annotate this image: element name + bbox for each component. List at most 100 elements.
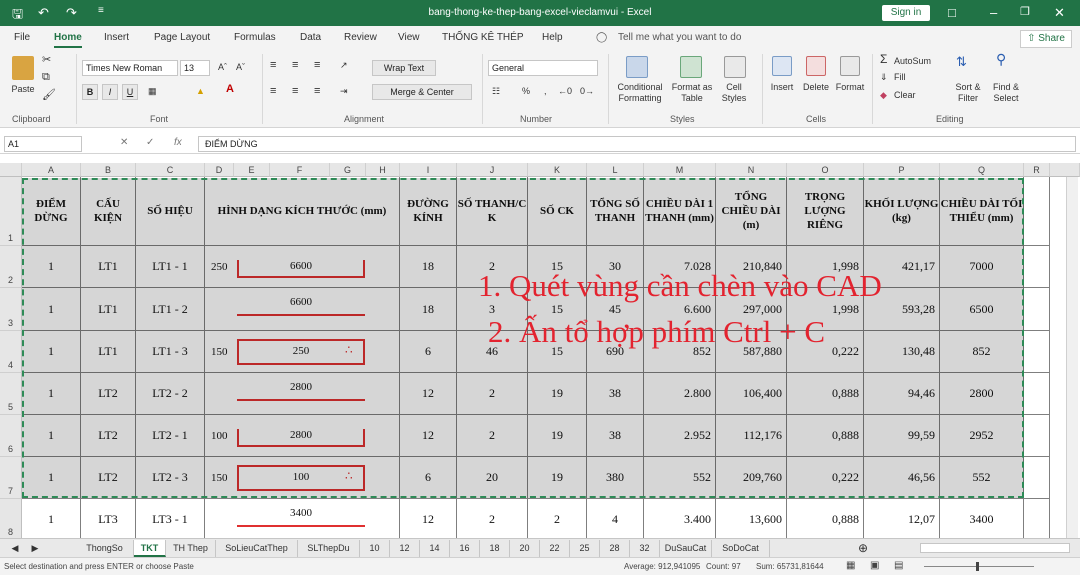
- italic-button[interactable]: I: [102, 84, 118, 100]
- header-chieu-dai-1[interactable]: CHIỀU DÀI 1 THANH (mm): [644, 177, 716, 246]
- align-center-icon[interactable]: ≡: [292, 86, 298, 97]
- cell-chieu-dai-min[interactable]: 852: [940, 331, 1024, 373]
- cell-tong-so-thanh[interactable]: 38: [587, 373, 644, 415]
- sheet-tab[interactable]: 28: [600, 540, 630, 557]
- format-button[interactable]: Format: [832, 82, 868, 93]
- tab-review[interactable]: Review: [344, 32, 377, 43]
- cell-diem-dung[interactable]: 1: [22, 288, 81, 331]
- clear-button[interactable]: Clear: [894, 90, 916, 101]
- cell-so-hieu[interactable]: LT1 - 1: [136, 246, 205, 288]
- cell-hinh-dang[interactable]: 250 6600: [205, 246, 400, 288]
- tab-data[interactable]: Data: [300, 32, 321, 43]
- zoom-slider[interactable]: [924, 566, 1034, 567]
- cell-so-ck[interactable]: 19: [528, 457, 587, 499]
- cell-duong-kinh[interactable]: 12: [400, 499, 457, 540]
- header-chieu-dai-min[interactable]: CHIỀU DÀI TỐI THIỂU (mm): [940, 177, 1024, 246]
- paste-button[interactable]: Paste: [8, 84, 38, 95]
- font-size-select[interactable]: 13: [180, 60, 210, 76]
- cell-cau-kien[interactable]: LT1: [81, 331, 136, 373]
- header-duong-kinh[interactable]: ĐƯỜNG KÍNH: [400, 177, 457, 246]
- column-header[interactable]: H: [366, 163, 400, 177]
- borders-icon[interactable]: ▦: [148, 86, 157, 97]
- orientation-icon[interactable]: ↗: [340, 60, 348, 71]
- cell-duong-kinh[interactable]: 12: [400, 373, 457, 415]
- column-header[interactable]: N: [716, 163, 787, 177]
- tab-view[interactable]: View: [398, 32, 420, 43]
- decrease-font-icon[interactable]: Aˇ: [236, 62, 245, 73]
- maximize-icon[interactable]: ❐: [1020, 5, 1030, 18]
- cell-khoi-luong[interactable]: 12,07: [864, 499, 940, 540]
- add-sheet-icon[interactable]: ⊕: [856, 540, 870, 557]
- fill-color-icon[interactable]: ▲: [196, 86, 205, 97]
- cell-tong-chieu-dai[interactable]: 209,760: [716, 457, 787, 499]
- empty-cell[interactable]: [1024, 373, 1050, 415]
- cell-tong-chieu-dai[interactable]: 112,176: [716, 415, 787, 457]
- align-top-icon[interactable]: ≡: [270, 60, 276, 71]
- cell-khoi-luong[interactable]: 130,48: [864, 331, 940, 373]
- cell-styles-icon[interactable]: [724, 56, 746, 78]
- sheet-tab[interactable]: SLThepDu: [298, 540, 360, 557]
- horizontal-scrollbar[interactable]: [920, 543, 1070, 553]
- insert-button[interactable]: Insert: [766, 82, 798, 93]
- bold-button[interactable]: B: [82, 84, 98, 100]
- cell-hinh-dang[interactable]: 6600: [205, 288, 400, 331]
- column-header[interactable]: R: [1024, 163, 1050, 177]
- format-table-icon[interactable]: [680, 56, 702, 78]
- cell-tong-so-thanh[interactable]: 38: [587, 415, 644, 457]
- fill-button[interactable]: Fill: [894, 72, 906, 83]
- cell-khoi-luong[interactable]: 46,56: [864, 457, 940, 499]
- function-icon[interactable]: fx: [174, 137, 182, 148]
- cell-so-hieu[interactable]: LT1 - 2: [136, 288, 205, 331]
- cell-diem-dung[interactable]: 1: [22, 331, 81, 373]
- cell-chieu-dai-1[interactable]: 2.952: [644, 415, 716, 457]
- cell-so-hieu[interactable]: LT1 - 3: [136, 331, 205, 373]
- column-header[interactable]: B: [81, 163, 136, 177]
- empty-cell[interactable]: [1024, 415, 1050, 457]
- conditional-formatting-button[interactable]: Conditional Formatting: [612, 82, 668, 104]
- cell-so-hieu[interactable]: LT2 - 1: [136, 415, 205, 457]
- cell-so-hieu[interactable]: LT2 - 2: [136, 373, 205, 415]
- cell-hinh-dang[interactable]: 100 2800: [205, 415, 400, 457]
- copy-icon[interactable]: ⧉: [42, 72, 50, 83]
- sheet-tab[interactable]: 16: [450, 540, 480, 557]
- select-all-corner[interactable]: [0, 163, 22, 177]
- cell-trong-luong[interactable]: 0,888: [787, 373, 864, 415]
- align-left-icon[interactable]: ≡: [270, 86, 276, 97]
- cancel-icon[interactable]: ✕: [120, 137, 128, 148]
- sheet-tab[interactable]: SoLieuCatThep: [216, 540, 298, 557]
- delete-button[interactable]: Delete: [800, 82, 832, 93]
- insert-cells-icon[interactable]: [772, 56, 792, 76]
- cell-diem-dung[interactable]: 1: [22, 415, 81, 457]
- cell-cau-kien[interactable]: LT1: [81, 246, 136, 288]
- column-header[interactable]: P: [864, 163, 940, 177]
- comma-icon[interactable]: ,: [544, 86, 547, 97]
- row-header[interactable]: 6: [0, 415, 22, 457]
- column-header[interactable]: K: [528, 163, 587, 177]
- format-cells-icon[interactable]: [840, 56, 860, 76]
- cell-chieu-dai-min[interactable]: 552: [940, 457, 1024, 499]
- empty-cell[interactable]: [1024, 246, 1050, 288]
- tab-help[interactable]: Help: [542, 32, 563, 43]
- cell-duong-kinh[interactable]: 18: [400, 288, 457, 331]
- header-trong-luong[interactable]: TRỌNG LƯỢNG RIÊNG: [787, 177, 864, 246]
- cell-chieu-dai-min[interactable]: 6500: [940, 288, 1024, 331]
- empty-cell[interactable]: [1024, 177, 1050, 246]
- sheet-tab[interactable]: 12: [390, 540, 420, 557]
- cell-cau-kien[interactable]: LT2: [81, 457, 136, 499]
- empty-cell[interactable]: [1024, 331, 1050, 373]
- paste-icon[interactable]: [12, 56, 34, 80]
- cell-duong-kinh[interactable]: 12: [400, 415, 457, 457]
- find-icon[interactable]: ⚲: [996, 52, 1006, 66]
- delete-cells-icon[interactable]: [806, 56, 826, 76]
- sheet-tab[interactable]: ThongSo: [76, 540, 134, 557]
- tell-me-box[interactable]: Tell me what you want to do: [618, 32, 741, 43]
- cell-cau-kien[interactable]: LT1: [81, 288, 136, 331]
- font-name-select[interactable]: Times New Roman: [82, 60, 178, 76]
- cell-trong-luong[interactable]: 0,888: [787, 415, 864, 457]
- sign-in-button[interactable]: Sign in: [882, 5, 930, 21]
- percent-icon[interactable]: %: [522, 86, 530, 97]
- header-diem-dung[interactable]: ĐIỂM DỪNG: [22, 177, 81, 246]
- cell-trong-luong[interactable]: 0,222: [787, 457, 864, 499]
- name-box[interactable]: A1: [4, 136, 82, 152]
- column-header[interactable]: G: [330, 163, 366, 177]
